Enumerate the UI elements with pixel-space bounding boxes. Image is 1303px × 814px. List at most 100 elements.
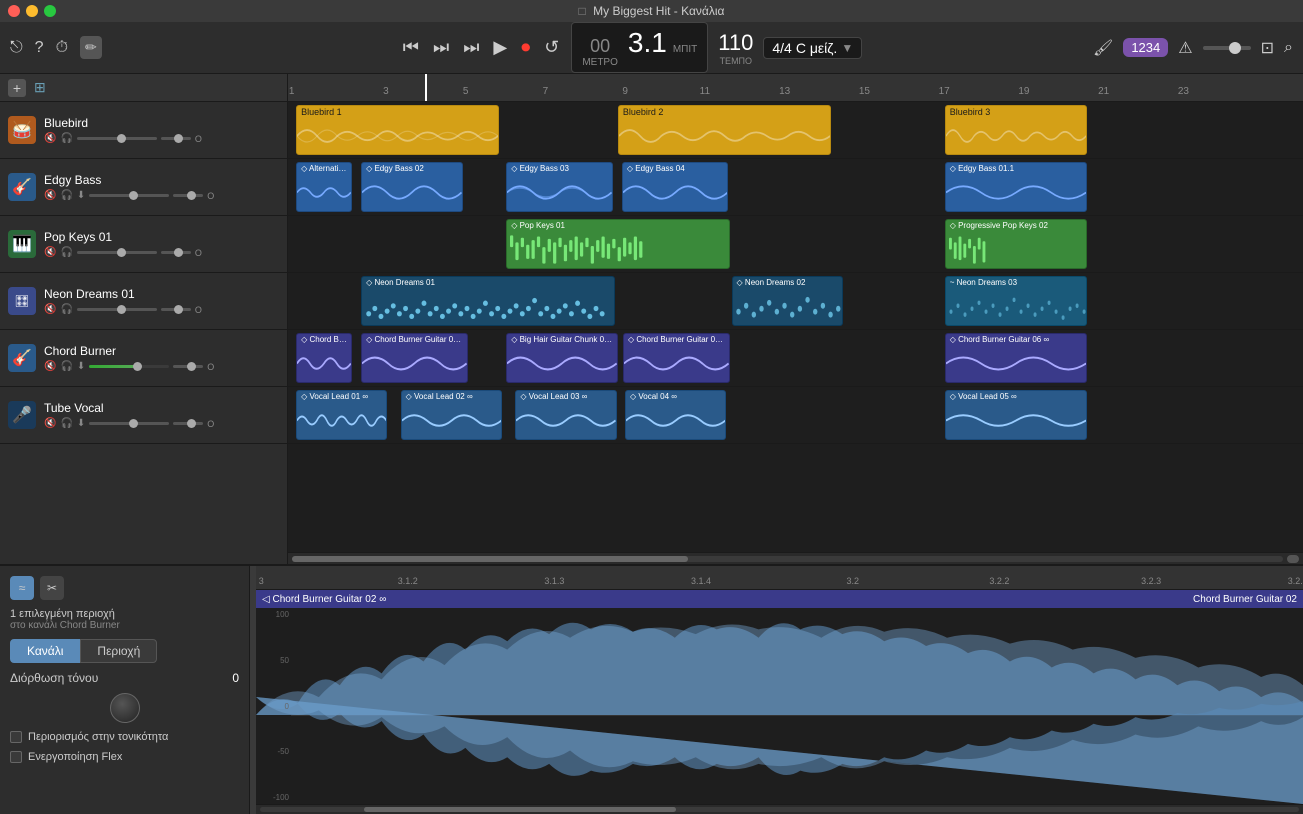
clip-bluebird-1[interactable]: Bluebird 1 [296, 105, 499, 155]
tempo-display[interactable]: 110 ΤΕΜΠΟ [718, 30, 753, 66]
mute-icon-bluebird[interactable]: 🔇 [44, 133, 56, 144]
headphone-icon-chord-burner[interactable]: 🎧 [60, 361, 72, 372]
clip-vocal-lead-01[interactable]: ◇ Vocal Lead 01 ∞ [296, 390, 387, 440]
mute-icon-tube-vocal[interactable]: 🔇 [44, 418, 56, 429]
clip-neon-dreams-02[interactable]: ◇ Neon Dreams 02 [732, 276, 844, 326]
clip-chord-burner[interactable]: ◇ Chord Burner [296, 333, 352, 383]
headphone-icon-pop-keys[interactable]: 🎧 [60, 247, 72, 258]
pan-slider-bluebird[interactable] [161, 137, 191, 140]
track-item-tube-vocal[interactable]: 🎤 Tube Vocal 🔇 🎧 ⬇ O [0, 387, 287, 444]
screen-icon[interactable]: ⊡ [1261, 38, 1274, 58]
to-start-button[interactable]: ⏭ [461, 35, 481, 60]
mute-icon-neon-dreams[interactable]: 🔇 [44, 304, 56, 315]
clip-neon-dreams-03[interactable]: ~ Neon Dreams 03 [945, 276, 1087, 326]
clip-chord-burner-guitar-06[interactable]: ◇ Chord Burner Guitar 06 ∞ [945, 333, 1087, 383]
pitch-knob[interactable] [110, 693, 140, 723]
volume-slider-pop-keys[interactable] [77, 251, 157, 254]
close-button[interactable] [8, 5, 20, 17]
pan-slider-tube-vocal[interactable] [173, 422, 203, 425]
clip-vocal-lead-05[interactable]: ◇ Vocal Lead 05 ∞ [945, 390, 1087, 440]
clip-progressive-pop-keys[interactable]: ◇ Progressive Pop Keys 02 [945, 219, 1087, 269]
track-item-neon-dreams[interactable]: 🎛 Neon Dreams 01 🔇 🎧 O [0, 273, 287, 330]
mute-icon-chord-burner[interactable]: 🔇 [44, 361, 56, 372]
clip-bluebird-3[interactable]: Bluebird 3 [945, 105, 1087, 155]
headphone-icon-tube-vocal[interactable]: 🎧 [60, 418, 72, 429]
track-item-chord-burner[interactable]: 🎸 Chord Burner 🔇 🎧 ⬇ O [0, 330, 287, 387]
scroll-right-indicator[interactable] [1287, 555, 1299, 563]
headphone-icon-neon-dreams[interactable]: 🎧 [60, 304, 72, 315]
clip-edgy-bass-011[interactable]: ◇ Edgy Bass 01.1 [945, 162, 1087, 212]
bottom-scrollbar[interactable] [256, 804, 1303, 814]
playhead[interactable] [425, 74, 427, 101]
clip-edgy-bass-02[interactable]: ◇ Edgy Bass 02 [361, 162, 463, 212]
brush-icon[interactable]: 🖌 [1093, 38, 1113, 58]
headphone-icon-bluebird[interactable]: 🎧 [60, 133, 72, 144]
scrollbar-thumb[interactable] [292, 556, 688, 562]
clip-vocal-04[interactable]: ◇ Vocal 04 ∞ [625, 390, 727, 440]
user-avatar[interactable]: 1234 [1123, 38, 1168, 57]
mute-icon-pop-keys[interactable]: 🔇 [44, 247, 56, 258]
clip-bluebird-2[interactable]: Bluebird 2 [618, 105, 831, 155]
track-out-bluebird: O [195, 134, 202, 144]
library-icon[interactable]: ⎋ [10, 39, 23, 57]
download-icon-tube-vocal[interactable]: ⬇ [77, 418, 85, 429]
clip-alt-rock-bass[interactable]: ◇ Alternative Rock Bass 01 [296, 162, 352, 212]
cycle-button[interactable]: ↺ [542, 35, 561, 60]
alert-icon[interactable]: ⚠ [1178, 38, 1192, 58]
wave-tool-button[interactable]: ≈ [10, 576, 34, 600]
record-button[interactable]: ⏺ [519, 35, 532, 60]
fast-forward-button[interactable]: ⏭ [431, 35, 451, 60]
rewind-button[interactable]: ⏮ [401, 35, 421, 60]
clip-label-vocal-lead-05: ◇ Vocal Lead 05 ∞ [946, 391, 1086, 402]
clip-chord-burner-guitar-05[interactable]: ◇ Chord Burner Guitar 05 ∞ [623, 333, 730, 383]
checkbox-tonality-box[interactable] [10, 731, 22, 743]
track-item-edgy-bass[interactable]: 🎸 Edgy Bass 🔇 🎧 ⬇ O [0, 159, 287, 216]
download-icon-edgy-bass[interactable]: ⬇ [77, 190, 85, 201]
play-button[interactable]: ▶ [491, 35, 509, 60]
mute-icon-edgy-bass[interactable]: 🔇 [44, 190, 56, 201]
waveform-editor[interactable]: ◁ Chord Burner Guitar 02 ∞ Chord Burner … [256, 590, 1303, 804]
help-icon[interactable]: ? [35, 39, 44, 57]
download-icon-chord-burner[interactable]: ⬇ [77, 361, 85, 372]
checkbox-flex-box[interactable] [10, 751, 22, 763]
tab-region[interactable]: Περιοχή [80, 639, 157, 663]
pencil-icon[interactable]: ✏ [80, 36, 102, 59]
pan-slider-pop-keys[interactable] [161, 251, 191, 254]
clip-pop-keys-01[interactable]: ◇ Pop Keys 01 [506, 219, 729, 269]
clip-big-hair-guitar[interactable]: ◇ Big Hair Guitar Chunk 04 ∞ [506, 333, 618, 383]
metronome-icon[interactable]: ⏱ [56, 39, 68, 57]
pan-slider-chord-burner[interactable] [173, 365, 203, 368]
scrollbar-track[interactable] [292, 556, 1283, 562]
clip-vocal-lead-03[interactable]: ◇ Vocal Lead 03 ∞ [515, 390, 617, 440]
tab-channel[interactable]: Κανάλι [10, 639, 80, 663]
search-icon[interactable]: ⌕ [1284, 39, 1293, 57]
volume-slider-bluebird[interactable] [77, 137, 157, 140]
minimize-button[interactable] [26, 5, 38, 17]
tracks-canvas[interactable]: Bluebird 1 Bluebird 2 [288, 102, 1303, 552]
track-item-bluebird[interactable]: 🥁 Bluebird 🔇 🎧 O [0, 102, 287, 159]
clip-chord-burner-guitar-03[interactable]: ◇ Chord Burner Guitar 03 ∞ [361, 333, 468, 383]
clip-edgy-bass-03[interactable]: ◇ Edgy Bass 03 [506, 162, 613, 212]
track-item-pop-keys[interactable]: 🎹 Pop Keys 01 🔇 🎧 O [0, 216, 287, 273]
clip-neon-dreams-01[interactable]: ◇ Neon Dreams 01 [361, 276, 615, 326]
volume-slider-tube-vocal[interactable] [89, 422, 169, 425]
pan-slider-edgy-bass[interactable] [173, 194, 203, 197]
bottom-scrollbar-track[interactable] [260, 807, 1299, 812]
maximize-button[interactable] [44, 5, 56, 17]
bottom-ruler: 33.1.23.1.33.1.43.23.2.23.2.33.2.4 [256, 566, 1303, 590]
clip-vocal-lead-02[interactable]: ◇ Vocal Lead 02 ∞ [401, 390, 503, 440]
volume-slider-edgy-bass[interactable] [89, 194, 169, 197]
bottom-scrollbar-thumb[interactable] [364, 807, 676, 812]
time-signature[interactable]: 4/4 C μείζ. ▼ [763, 37, 862, 59]
clip-edgy-bass-04[interactable]: ◇ Edgy Bass 04 [622, 162, 729, 212]
add-track-button[interactable]: + [8, 79, 26, 97]
pan-slider-neon-dreams[interactable] [161, 308, 191, 311]
headphone-icon-edgy-bass[interactable]: 🎧 [60, 190, 72, 201]
clip-label-edgy-bass-04: ◇ Edgy Bass 04 [623, 163, 728, 174]
timeline-scrollbar[interactable] [288, 552, 1303, 564]
master-volume-slider[interactable] [1203, 46, 1251, 50]
volume-slider-chord-burner[interactable] [89, 365, 169, 368]
volume-slider-neon-dreams[interactable] [77, 308, 157, 311]
cut-tool-button[interactable]: ✂ [40, 576, 64, 600]
window-controls[interactable] [8, 5, 56, 17]
